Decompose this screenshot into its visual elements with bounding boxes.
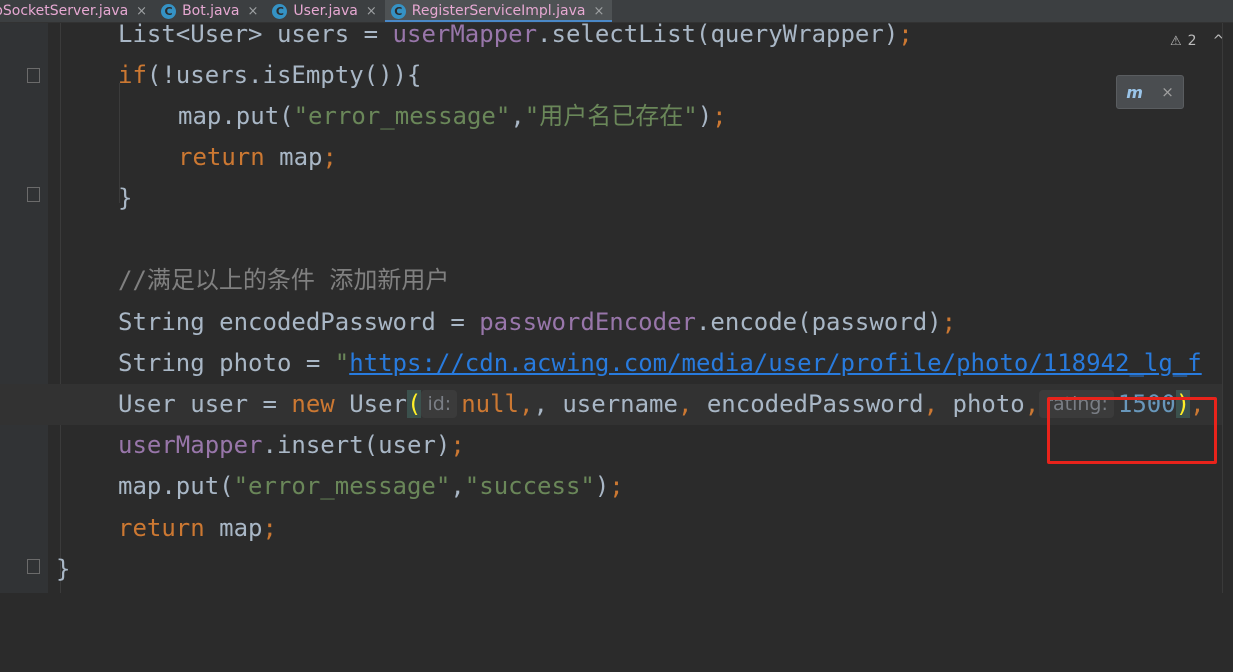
code-editor[interactable]: List<User> users = userMapper.selectList…	[0, 20, 1233, 593]
vertical-scrollbar[interactable]	[1222, 23, 1233, 593]
inspection-widget[interactable]: ⚠ 2 ^	[1170, 33, 1224, 49]
code-line: }	[56, 555, 71, 583]
code-line: map.put("error_message","success");	[118, 472, 624, 500]
code-line: List<User> users = userMapper.selectList…	[118, 20, 913, 48]
code-line: String encodedPassword = passwordEncoder…	[118, 308, 957, 336]
maven-reload-widget[interactable]: m ×	[1116, 75, 1184, 109]
url-link[interactable]: https://cdn.acwing.com/media/user/profil…	[349, 349, 1202, 377]
code-line: return map;	[118, 514, 277, 542]
code-line: if(!users.isEmpty()){	[118, 61, 422, 89]
code-line: return map;	[178, 143, 337, 171]
code-line: String photo = "https://cdn.acwing.com/m…	[118, 349, 1202, 377]
close-icon[interactable]: ×	[1161, 83, 1174, 101]
matched-paren: (	[407, 390, 422, 418]
maven-reload-icon[interactable]: m	[1126, 83, 1143, 102]
param-hint-id: id:	[421, 390, 458, 418]
warning-icon: ⚠	[1170, 33, 1182, 49]
code-line: }	[118, 184, 133, 212]
code-line: //满足以上的条件 添加新用户	[118, 266, 450, 294]
highlight-box	[1047, 397, 1217, 464]
warning-count: 2	[1187, 33, 1197, 49]
code-line: map.put("error_message","用户名已存在");	[178, 102, 727, 130]
